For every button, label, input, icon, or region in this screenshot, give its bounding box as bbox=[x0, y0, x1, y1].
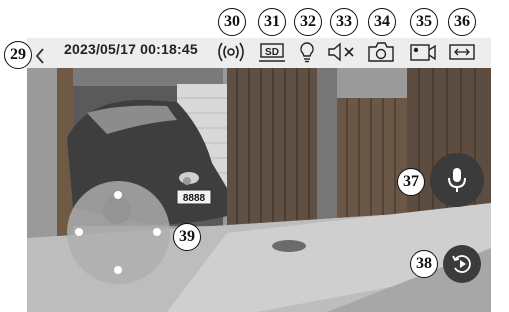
callout-back: 29 bbox=[4, 41, 32, 69]
playback-icon bbox=[452, 255, 471, 273]
ptz-down-dot[interactable] bbox=[114, 266, 122, 274]
callout-sd-card: 31 bbox=[258, 8, 286, 36]
record-button[interactable] bbox=[408, 40, 438, 64]
ptz-left-dot[interactable] bbox=[75, 228, 83, 236]
timestamp: 2023/05/17 00:18:45 bbox=[64, 41, 198, 57]
ptz-joystick[interactable] bbox=[67, 181, 170, 284]
callout-ptz: 39 bbox=[173, 223, 201, 251]
callout-snapshot: 34 bbox=[368, 8, 396, 36]
callout-fullscreen: 36 bbox=[448, 8, 476, 36]
sd-label: SD bbox=[265, 47, 279, 58]
sd-card-icon: SD bbox=[259, 43, 285, 62]
video-record-icon bbox=[410, 44, 436, 61]
callout-record: 35 bbox=[410, 8, 438, 36]
camera-icon bbox=[368, 42, 394, 62]
callout-playback: 38 bbox=[410, 250, 438, 278]
chevron-left-icon[interactable] bbox=[33, 47, 47, 65]
license-plate-text: 8888 bbox=[183, 193, 206, 204]
speaker-mute-icon bbox=[328, 42, 354, 62]
ptz-right-dot[interactable] bbox=[153, 228, 161, 236]
light-bulb-icon bbox=[300, 42, 314, 63]
fullscreen-icon bbox=[449, 44, 475, 60]
sd-card-button[interactable]: SD bbox=[258, 40, 286, 64]
mute-button[interactable] bbox=[326, 40, 358, 64]
callout-light: 32 bbox=[294, 8, 322, 36]
talk-button[interactable] bbox=[430, 153, 484, 207]
audio-wave-button[interactable] bbox=[216, 40, 246, 64]
snapshot-button[interactable] bbox=[366, 40, 396, 64]
playback-button[interactable] bbox=[443, 245, 481, 283]
audio-wave-icon bbox=[218, 42, 244, 62]
fullscreen-button[interactable] bbox=[448, 40, 476, 64]
callout-mute: 33 bbox=[330, 8, 358, 36]
ptz-up-dot[interactable] bbox=[114, 191, 122, 199]
light-button[interactable] bbox=[298, 40, 316, 64]
callout-audio-wave: 30 bbox=[218, 8, 246, 36]
callout-talk: 37 bbox=[397, 168, 425, 196]
microphone-icon bbox=[448, 168, 466, 192]
